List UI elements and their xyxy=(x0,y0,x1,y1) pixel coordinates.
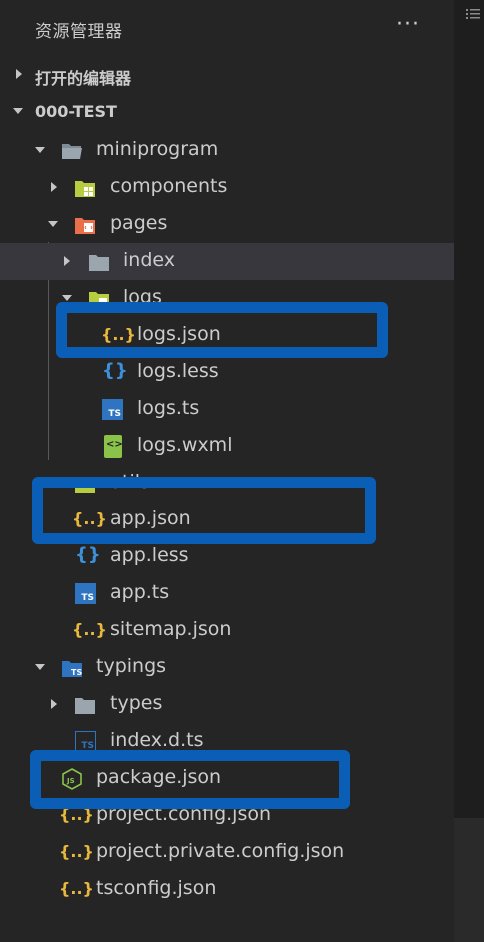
tree-item-types[interactable]: types xyxy=(0,686,454,723)
more-actions-icon[interactable]: ··· xyxy=(396,12,420,37)
typescript-def-icon: TS xyxy=(75,731,96,752)
tree-label: typings xyxy=(96,655,167,677)
chevron-down-icon xyxy=(48,221,58,227)
folder-icon xyxy=(75,698,95,714)
highlight-box-logs-json xyxy=(56,302,388,358)
explorer-header: 资源管理器 ··· xyxy=(0,0,454,56)
json-icon: {..} xyxy=(59,842,94,861)
section-label: 打开的编辑器 xyxy=(35,69,132,88)
explorer-panel: 资源管理器 ··· 打开的编辑器 000-TEST miniprogram co… xyxy=(0,0,454,942)
svg-text:TS: TS xyxy=(71,668,82,677)
tree-label: index xyxy=(123,249,175,271)
json-icon: {..} xyxy=(72,620,107,639)
tree-label: app.ts xyxy=(110,581,170,603)
json-icon: {..} xyxy=(59,879,94,898)
chevron-right-icon xyxy=(51,182,57,192)
list-icon[interactable] xyxy=(466,8,480,20)
tree-label: logs.wxml xyxy=(137,434,233,456)
tree-label: types xyxy=(110,692,163,714)
chevron-right-icon xyxy=(64,256,70,266)
tree-item-miniprogram[interactable]: miniprogram xyxy=(0,132,454,169)
wxml-icon: <> xyxy=(104,435,123,458)
folder-open-icon xyxy=(62,144,82,159)
less-icon: {} xyxy=(75,544,101,565)
tree-item-components[interactable]: components xyxy=(0,169,454,206)
chevron-right-icon xyxy=(51,699,57,709)
typescript-icon: TS xyxy=(102,399,123,420)
tree-item-typings[interactable]: TS typings xyxy=(0,649,454,686)
tree-label: project.private.config.json xyxy=(96,840,345,862)
tree-item-logs-wxml[interactable]: <> logs.wxml xyxy=(0,428,454,465)
typescript-icon: TS xyxy=(75,583,96,604)
components-folder-icon xyxy=(75,181,95,197)
tree-label: logs.less xyxy=(137,360,219,382)
tree-item-index[interactable]: index xyxy=(0,243,454,280)
chevron-down-icon xyxy=(13,108,23,114)
tree-item-tsconfig-json[interactable]: {..} tsconfig.json xyxy=(0,871,454,908)
section-open-editors[interactable]: 打开的编辑器 xyxy=(0,56,454,93)
tree-label: miniprogram xyxy=(96,138,219,160)
chevron-down-icon xyxy=(35,664,45,670)
tree-label: tsconfig.json xyxy=(96,877,217,899)
tree-item-project-private-config-json[interactable]: {..} project.private.config.json xyxy=(0,834,454,871)
editor-area-edge xyxy=(454,0,484,942)
wxml-icon-glyph: <> xyxy=(106,439,123,450)
section-workspace[interactable]: 000-TEST xyxy=(0,93,454,130)
chevron-down-icon xyxy=(35,147,45,153)
highlight-box-package-json xyxy=(30,750,350,809)
typescript-icon-glyph: TS xyxy=(108,409,121,419)
tree-label: app.less xyxy=(110,544,189,566)
tree-item-logs-ts[interactable]: TS logs.ts xyxy=(0,391,454,428)
typings-folder-icon: TS xyxy=(62,661,82,677)
explorer-title: 资源管理器 xyxy=(35,22,123,42)
tree-label: index.d.ts xyxy=(110,729,204,751)
highlight-box-app-json xyxy=(32,477,376,544)
tree-item-sitemap-json[interactable]: {..} sitemap.json xyxy=(0,612,454,649)
tree-label: pages xyxy=(110,212,168,234)
folder-icon xyxy=(89,255,109,271)
tree-item-logs-less[interactable]: {} logs.less xyxy=(0,354,454,391)
tree-label: components xyxy=(110,175,228,197)
section-label: 000-TEST xyxy=(35,102,117,121)
editor-area-bottom xyxy=(454,818,484,942)
tree-label: logs.ts xyxy=(137,397,200,419)
tree-item-pages[interactable]: pages xyxy=(0,206,454,243)
pages-folder-icon xyxy=(75,218,95,234)
chevron-right-icon xyxy=(16,69,22,79)
less-icon: {} xyxy=(102,360,128,381)
tree-item-app-ts[interactable]: TS app.ts xyxy=(0,575,454,612)
typescript-icon-glyph: TS xyxy=(81,593,94,603)
tree-label: sitemap.json xyxy=(110,618,232,640)
